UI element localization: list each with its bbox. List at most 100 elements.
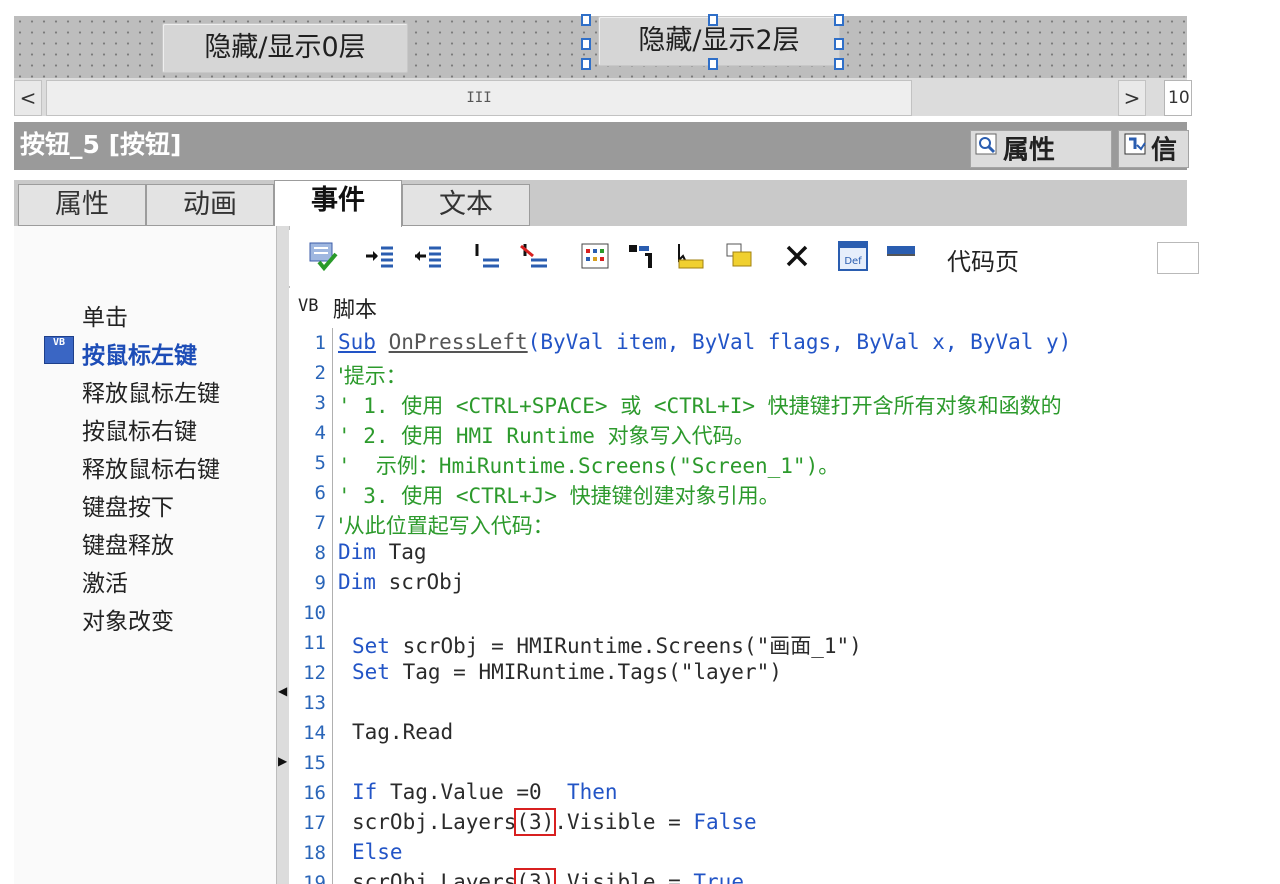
code-keyword: Sub xyxy=(338,330,376,354)
magnifier-icon xyxy=(975,131,1001,167)
event-item-key-up[interactable]: 键盘释放 xyxy=(82,526,174,560)
tab-text[interactable]: 文本 xyxy=(402,184,530,226)
code-comment: ' 2. 使用 HMI Runtime 对象写入代码。 xyxy=(338,424,755,448)
code-text: .Visible = xyxy=(554,810,694,834)
script-toolbar: Def 代码页 xyxy=(289,230,1199,286)
code-text: scrObj = HMIRuntime.Screens("画面_1") xyxy=(389,634,862,658)
object-title: 按钮_5 [按钮] xyxy=(20,130,182,159)
line-number: 3 xyxy=(314,392,326,414)
collapse-left-icon[interactable]: ◀ xyxy=(278,684,287,698)
event-item-activate[interactable]: 激活 xyxy=(82,564,128,598)
quick-info-icon[interactable] xyxy=(723,240,755,272)
code-args: (ByVal item, ByVal flags, ByVal x, ByVal… xyxy=(527,330,1072,354)
code-line: Dim Tag xyxy=(338,540,427,564)
panel-splitter[interactable]: ◀ ▶ xyxy=(276,226,290,884)
code-keyword: Set xyxy=(352,660,390,684)
code-keyword: False xyxy=(693,810,757,834)
event-list: 单击 VB 按鼠标左键 释放鼠标左键 按鼠标右键 释放鼠标右键 键盘按下 键盘释… xyxy=(14,226,276,884)
tab-events[interactable]: 事件 xyxy=(274,180,402,227)
horizontal-scrollbar[interactable]: < III > 10 xyxy=(14,78,1192,116)
scroll-right-button[interactable]: > xyxy=(1118,80,1146,116)
event-item-release-left[interactable]: 释放鼠标左键 xyxy=(82,374,220,408)
code-text: Tag xyxy=(375,540,427,564)
code-comment: ' 3. 使用 <CTRL+J> 快捷键创建对象引用。 xyxy=(338,484,780,508)
line-number: 18 xyxy=(303,842,326,864)
list-properties-icon[interactable] xyxy=(627,240,659,272)
line-number: 17 xyxy=(303,812,326,834)
selection-handle[interactable] xyxy=(581,38,591,50)
event-item-key-down[interactable]: 键盘按下 xyxy=(82,488,174,522)
line-number: 1 xyxy=(314,332,326,354)
code-editor[interactable]: 1 2 3 4 5 6 7 8 9 10 11 12 13 14 15 16 1… xyxy=(289,328,1187,884)
selection-handle[interactable] xyxy=(834,38,844,50)
highlighted-layer-index: (3) xyxy=(514,868,557,884)
indent-icon[interactable] xyxy=(363,240,395,272)
code-text: Tag.Value =0 xyxy=(377,780,567,804)
script-title: 脚本 xyxy=(333,298,378,323)
code-line: If Tag.Value =0 Then xyxy=(352,780,618,804)
zoom-input[interactable]: 10 xyxy=(1164,80,1192,116)
line-number: 15 xyxy=(303,752,326,774)
comment-icon[interactable] xyxy=(471,240,503,272)
scroll-thumb[interactable]: III xyxy=(46,80,912,116)
list-objects-icon[interactable] xyxy=(579,240,611,272)
line-number: 19 xyxy=(303,872,326,884)
event-item-release-right[interactable]: 释放鼠标右键 xyxy=(82,450,220,484)
highlighted-layer-index: (3) xyxy=(514,808,557,836)
code-comment: '从此位置起写入代码： xyxy=(338,514,554,538)
svg-text:Def: Def xyxy=(844,256,862,267)
event-item-press-left[interactable]: 按鼠标左键 xyxy=(82,336,197,370)
check-syntax-icon[interactable] xyxy=(307,240,339,272)
line-number: 10 xyxy=(303,602,326,624)
expand-right-icon[interactable]: ▶ xyxy=(278,754,287,768)
line-number-gutter: 1 2 3 4 5 6 7 8 9 10 11 12 13 14 15 16 1… xyxy=(289,328,333,884)
line-number: 8 xyxy=(314,542,326,564)
line-number: 11 xyxy=(303,632,326,654)
code-text: scrObj.Layers xyxy=(352,870,517,884)
inspector-tab-info[interactable]: 信 xyxy=(1118,130,1189,168)
code-line: Dim scrObj xyxy=(338,570,464,594)
code-text: scrObj xyxy=(375,570,465,594)
code-text: .Visible = xyxy=(554,870,694,884)
code-page-select[interactable] xyxy=(1157,242,1199,274)
inspector-tab-properties-label: 属性 xyxy=(1003,135,1056,166)
inspector-tab-properties[interactable]: 属性 xyxy=(970,130,1112,168)
line-number: 5 xyxy=(314,452,326,474)
event-item-click[interactable]: 单击 xyxy=(82,298,128,332)
code-text: Tag = HMIRuntime.Tags("layer") xyxy=(389,660,782,684)
uncomment-icon[interactable] xyxy=(519,240,551,272)
parameter-info-icon[interactable] xyxy=(675,240,707,272)
line-number: 6 xyxy=(314,482,326,504)
code-comment: ' 示例：HmiRuntime.Screens("Screen_1")。 xyxy=(338,454,840,478)
selection-handle[interactable] xyxy=(708,58,718,70)
line-number: 9 xyxy=(314,572,326,594)
code-keyword: Dim xyxy=(338,540,376,564)
delete-icon[interactable] xyxy=(781,240,813,272)
inspector-tab-info-label: 信 xyxy=(1151,135,1178,166)
code-line: scrObj.Layers(3).Visible = True xyxy=(352,868,744,884)
selection-handle[interactable] xyxy=(581,58,591,70)
code-comment: '提示： xyxy=(338,364,407,388)
event-item-object-change[interactable]: 对象改变 xyxy=(82,602,174,636)
code-line: scrObj.Layers(3).Visible = False xyxy=(352,808,757,836)
code-text: scrObj.Layers xyxy=(352,810,517,834)
code-line: Set Tag = HMIRuntime.Tags("layer") xyxy=(352,660,782,684)
scroll-left-button[interactable]: < xyxy=(14,80,42,116)
bookmark-icon[interactable] xyxy=(885,240,917,272)
inspector-header: 按钮_5 [按钮] 属性 信 xyxy=(14,122,1189,170)
selection-handle[interactable] xyxy=(834,58,844,70)
tab-properties[interactable]: 属性 xyxy=(18,184,146,226)
tab-animation[interactable]: 动画 xyxy=(146,184,274,226)
event-item-press-right[interactable]: 按鼠标右键 xyxy=(82,412,197,446)
inspector-tabs: 属性 动画 事件 文本 xyxy=(14,180,1187,227)
outdent-icon[interactable] xyxy=(411,240,443,272)
selection-handle[interactable] xyxy=(581,14,591,26)
selection-handle[interactable] xyxy=(834,14,844,26)
line-number: 14 xyxy=(303,722,326,744)
hmi-button-layer-0[interactable]: 隐藏/显示0层 xyxy=(162,23,408,73)
hmi-button-layer-2[interactable]: 隐藏/显示2层 xyxy=(598,16,840,66)
code-line: Sub OnPressLeft(ByVal item, ByVal flags,… xyxy=(338,330,1071,354)
code-comment: ' 1. 使用 <CTRL+SPACE> 或 <CTRL+I> 快捷键打开含所有… xyxy=(338,394,1062,418)
selection-handle[interactable] xyxy=(708,14,718,26)
define-icon[interactable]: Def xyxy=(837,240,869,272)
